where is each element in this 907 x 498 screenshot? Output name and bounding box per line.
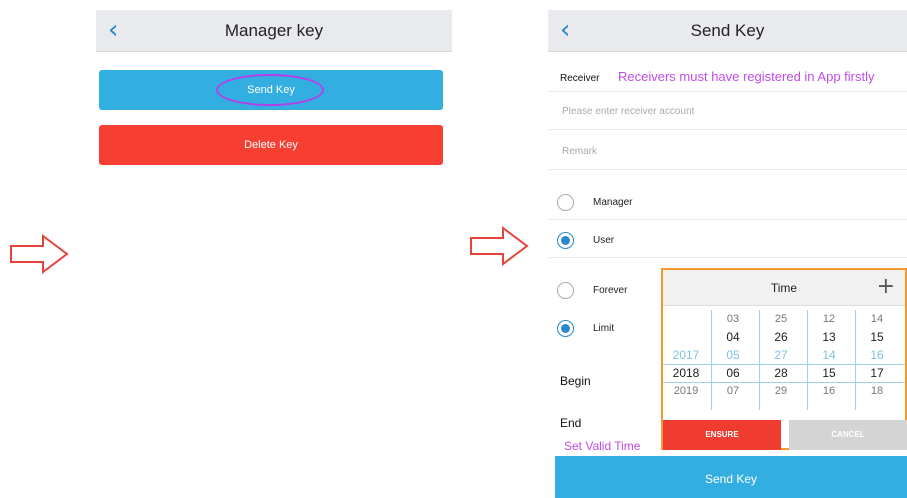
- wheel-separator: [807, 310, 808, 410]
- wheel-cell: 15: [822, 366, 836, 380]
- wheel-cell: 05: [726, 348, 740, 362]
- wheel-cell: 03: [726, 313, 740, 325]
- wheel-cell: 12: [822, 313, 836, 325]
- wheel-cell: 17: [870, 366, 884, 380]
- wheel-cell: 04: [726, 330, 740, 344]
- cancel-button[interactable]: CANCEL: [789, 420, 907, 450]
- minute-wheel[interactable]: 14 15 16 17 18: [857, 310, 897, 410]
- receiver-account-field[interactable]: Please enter receiver account: [548, 94, 907, 130]
- wheel-cell: 16: [822, 385, 836, 397]
- receiver-hint: Receivers must have registered in App fi…: [618, 69, 875, 84]
- role-option-user[interactable]: User: [548, 222, 907, 258]
- duration-label: Limit: [593, 323, 615, 334]
- manager-key-screen: ‹ Manager key Send Key Delete Key: [96, 10, 452, 180]
- hour-wheel[interactable]: 12 13 14 15 16: [809, 310, 849, 410]
- radio-checked-icon[interactable]: [557, 320, 574, 337]
- page-title: Manager key: [224, 21, 324, 40]
- right-arrow-icon: [10, 234, 69, 274]
- time-picker-dialog: Time + 2017 2018 2019 03 04 05 06 07 25 …: [661, 268, 907, 450]
- wheel-cell: 13: [822, 330, 836, 344]
- wheel-separator: [759, 310, 760, 410]
- receiver-row: Receiver Receivers must have registered …: [548, 66, 907, 92]
- year-wheel[interactable]: 2017 2018 2019: [663, 310, 709, 410]
- wheel-cell: [663, 310, 709, 328]
- role-label: User: [593, 235, 615, 246]
- remark-field[interactable]: Remark: [548, 134, 907, 170]
- wheel-cell: 06: [726, 366, 740, 380]
- nav-bar: ‹ Manager key: [96, 10, 452, 52]
- wheel-cell: 28: [774, 366, 788, 380]
- page-title: Send Key: [690, 21, 765, 40]
- valid-time-hint: Set Valid Time: [564, 439, 641, 453]
- wheel-separator: [855, 310, 856, 410]
- wheel-cell: 2019: [673, 385, 699, 397]
- wheel-cell: 15: [870, 330, 884, 344]
- duration-label: Forever: [593, 285, 628, 296]
- end-label: End: [560, 416, 582, 430]
- month-wheel[interactable]: 03 04 05 06 07: [713, 310, 753, 410]
- nav-bar: ‹ Send Key: [548, 10, 907, 52]
- wheel-cell: 14: [822, 348, 836, 362]
- remark-placeholder: Remark: [562, 146, 598, 157]
- delete-key-button[interactable]: Delete Key: [99, 125, 443, 165]
- wheel-cell: 29: [774, 385, 788, 397]
- radio-unchecked-icon[interactable]: [557, 282, 574, 299]
- begin-label: Begin: [560, 374, 591, 388]
- wheel-cell: 14: [870, 313, 884, 325]
- radio-unchecked-icon[interactable]: [557, 194, 574, 211]
- send-key-submit-button[interactable]: Send Key: [555, 456, 907, 498]
- plus-icon[interactable]: +: [877, 274, 895, 300]
- role-option-manager[interactable]: Manager: [548, 184, 907, 220]
- time-picker-header: Time +: [663, 270, 905, 306]
- receiver-label: Receiver: [560, 73, 600, 84]
- wheel-cell: 2018: [672, 366, 700, 380]
- wheel-cell: 26: [774, 330, 788, 344]
- right-arrow-icon: [470, 226, 529, 266]
- time-picker-title: Time: [770, 281, 798, 295]
- wheel-cell: 25: [774, 313, 788, 325]
- radio-checked-icon[interactable]: [557, 232, 574, 249]
- wheel-cell: 27: [774, 348, 788, 362]
- send-key-screen: ‹ Send Key Receiver Receivers must have …: [548, 10, 907, 498]
- wheel-cell: [663, 328, 709, 346]
- ensure-button[interactable]: ENSURE: [663, 420, 781, 450]
- wheel-cell: 16: [870, 348, 884, 362]
- wheel-cell: 07: [726, 385, 740, 397]
- account-placeholder: Please enter receiver account: [562, 106, 695, 117]
- wheel-separator: [711, 310, 712, 410]
- day-wheel[interactable]: 25 26 27 28 29: [761, 310, 801, 410]
- highlight-ellipse: [216, 74, 324, 106]
- wheel-cell: 18: [870, 385, 884, 397]
- wheel-cell: 2017: [672, 348, 700, 362]
- role-label: Manager: [593, 197, 633, 208]
